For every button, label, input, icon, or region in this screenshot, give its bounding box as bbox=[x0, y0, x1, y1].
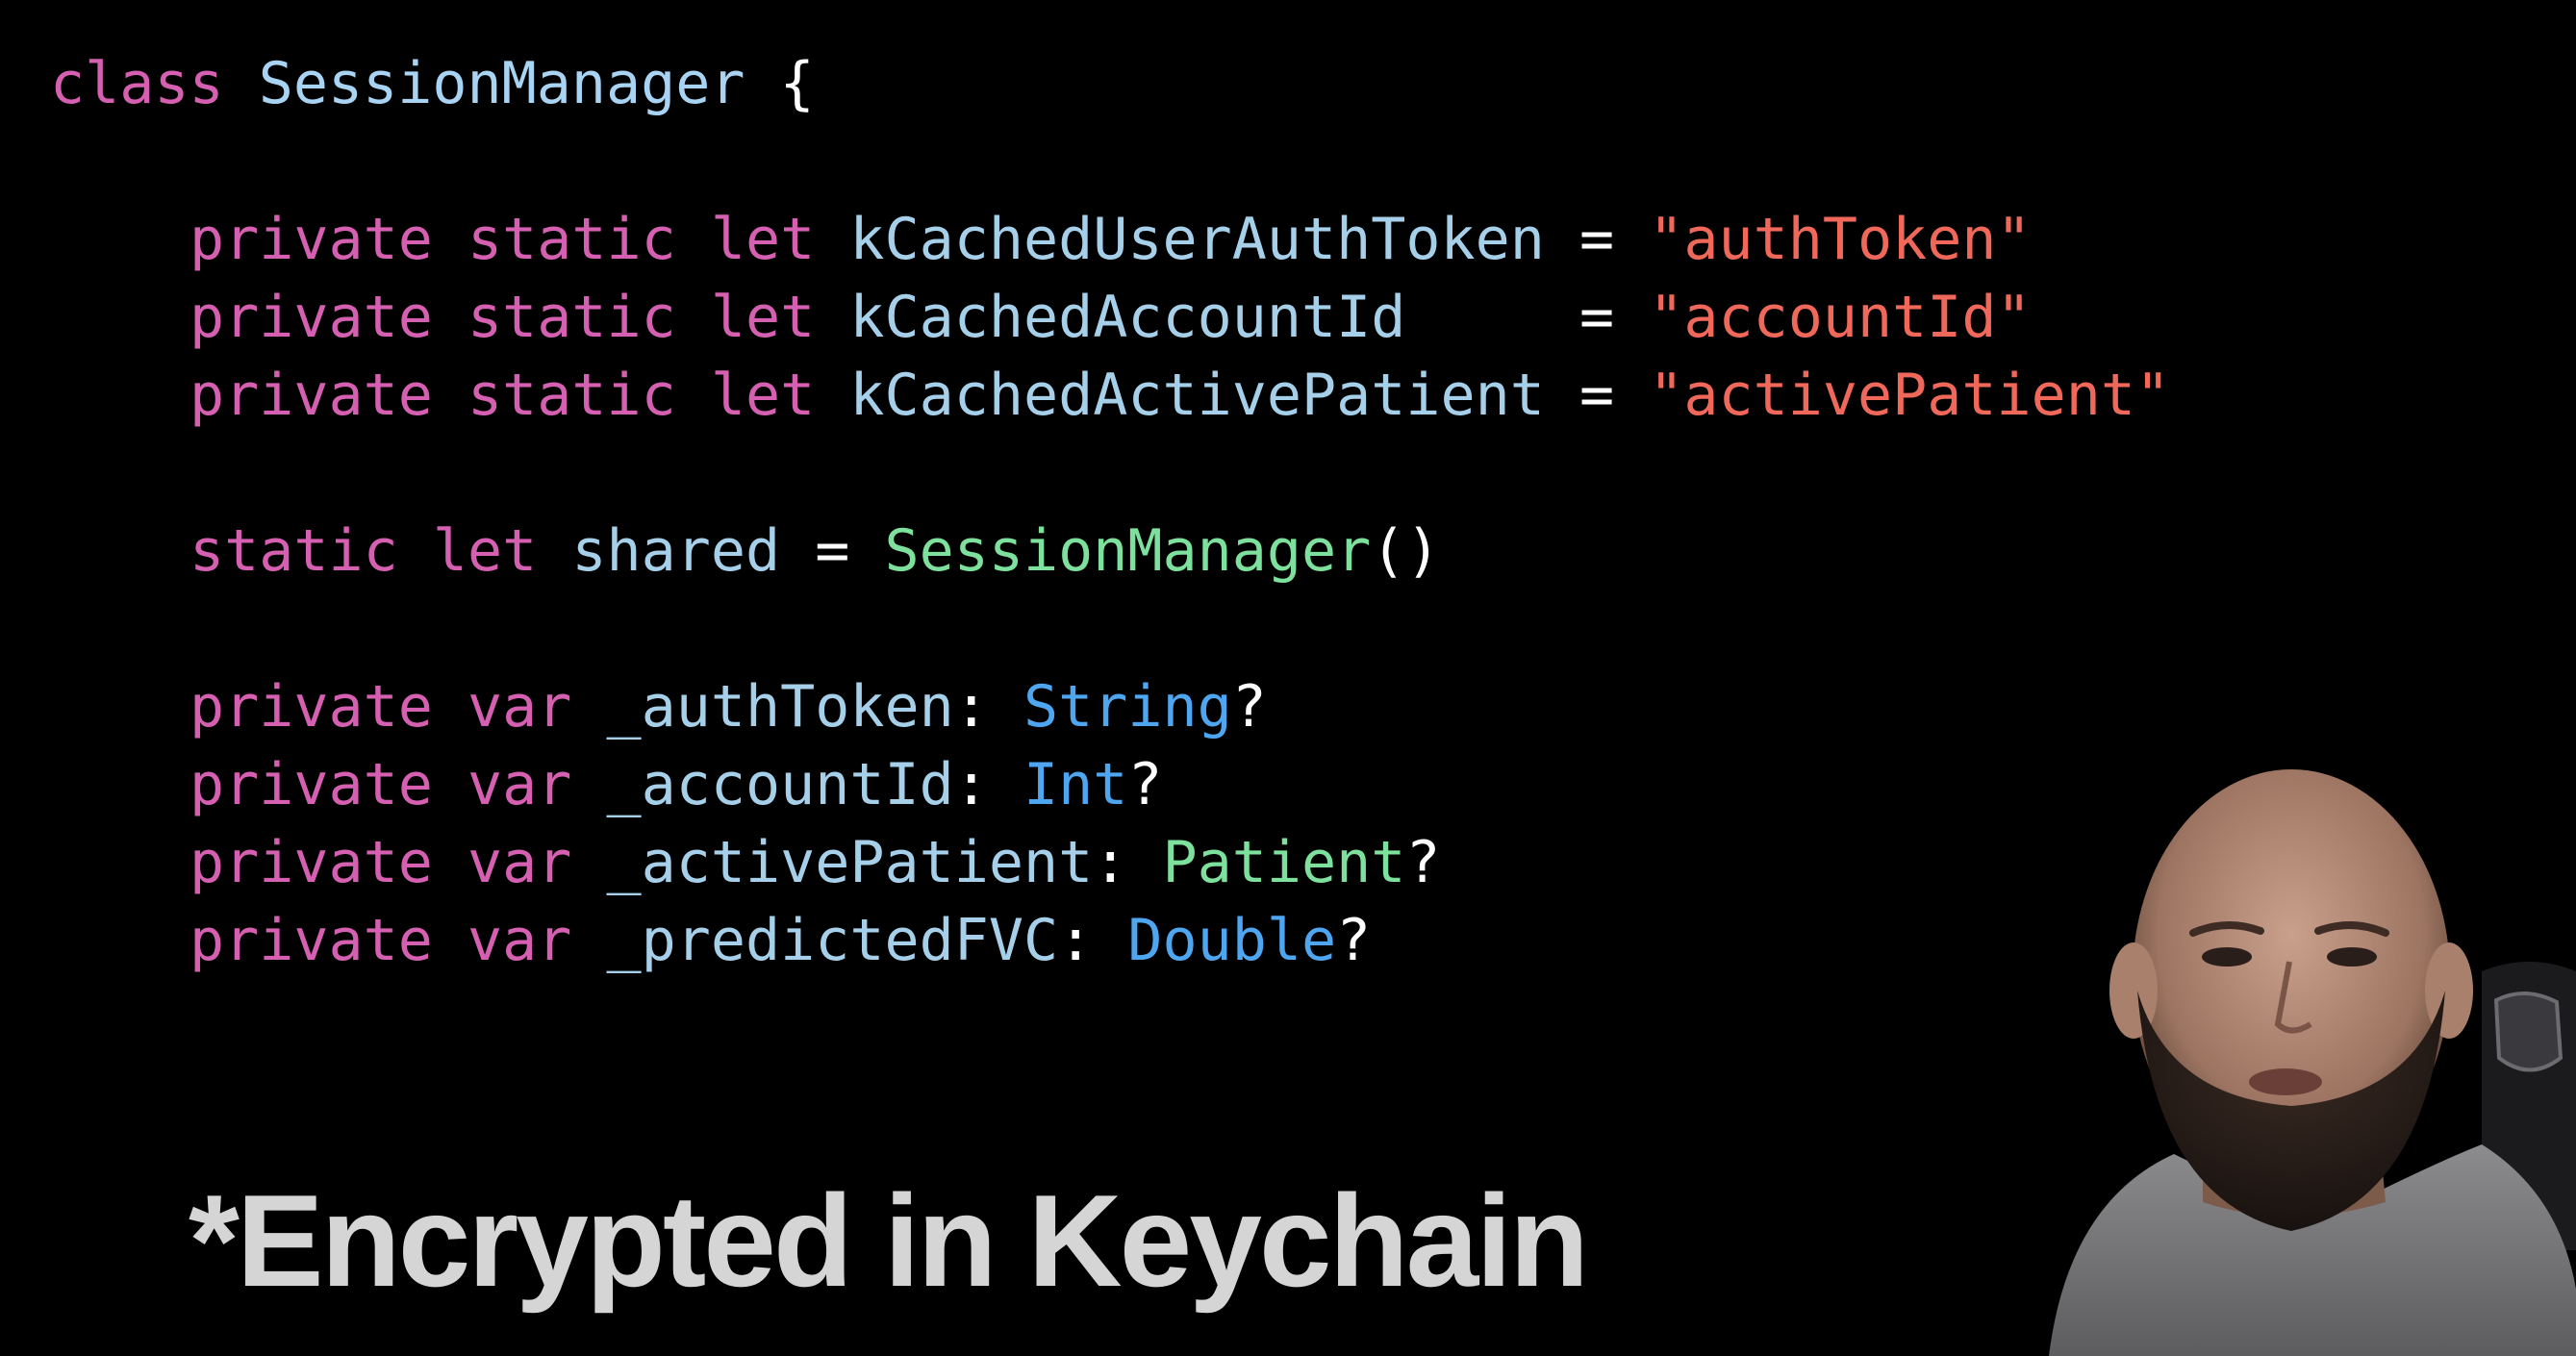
code-token-identifier: _activePatient bbox=[606, 829, 1094, 896]
code-token-plain: = bbox=[1544, 362, 1650, 429]
code-token-plain: : bbox=[1093, 829, 1163, 896]
code-token-plain: : bbox=[953, 673, 1023, 741]
code-token-keyword: let bbox=[432, 517, 538, 585]
code-token-string-literal: "authToken" bbox=[1649, 206, 2032, 273]
code-token-plain: = bbox=[1405, 284, 1650, 351]
code-token-keyword: var bbox=[467, 829, 572, 896]
caption-encrypted-in-keychain: *Encrypted in Keychain bbox=[189, 1168, 1589, 1314]
code-token-identifier: _accountId bbox=[606, 751, 954, 818]
code-token-keyword: var bbox=[467, 673, 572, 741]
code-token-keyword: private bbox=[189, 284, 433, 351]
code-token-type-name-system: String bbox=[1023, 673, 1232, 741]
code-token-plain: ? bbox=[1405, 829, 1441, 896]
code-token-string-literal: "accountId" bbox=[1649, 284, 2032, 351]
code-line-account-id-key: private static let kCachedAccountId = "a… bbox=[189, 284, 2032, 351]
code-token-identifier: _predictedFVC bbox=[606, 907, 1059, 974]
code-line-predicted-fvc-var: private var _predictedFVC: Double? bbox=[189, 907, 1371, 974]
code-token-keyword: private bbox=[189, 829, 433, 896]
code-line-auth-token-key: private static let kCachedUserAuthToken … bbox=[189, 206, 2032, 273]
code-token-keyword: let bbox=[710, 284, 816, 351]
code-line-auth-token-var: private var _authToken: String? bbox=[189, 673, 1267, 741]
code-line-active-patient-var: private var _activePatient: Patient? bbox=[189, 829, 1440, 896]
code-line-class-declaration: class SessionManager { bbox=[50, 50, 815, 117]
code-token-keyword: let bbox=[710, 362, 816, 429]
code-token-keyword: var bbox=[467, 907, 572, 974]
code-token-plain: : bbox=[1058, 907, 1128, 974]
code-token-identifier: kCachedActivePatient bbox=[849, 362, 1545, 429]
code-token-plain: () bbox=[1371, 517, 1441, 585]
code-token-keyword: static bbox=[189, 517, 398, 585]
person-webcam-icon bbox=[2030, 750, 2576, 1356]
code-token-keyword: static bbox=[467, 206, 676, 273]
code-token-type-name-project: Patient bbox=[1162, 829, 1406, 896]
code-token-plain: = bbox=[1544, 206, 1650, 273]
code-token-keyword: private bbox=[189, 206, 433, 273]
code-token-identifier: kCachedUserAuthToken bbox=[849, 206, 1545, 273]
code-line-active-patient-key: private static let kCachedActivePatient … bbox=[189, 362, 2170, 429]
code-token-declaration-name: SessionManager bbox=[258, 50, 745, 117]
code-token-identifier: _authToken bbox=[606, 673, 954, 741]
code-token-plain: ? bbox=[1127, 751, 1163, 818]
code-line-shared-instance: static let shared = SessionManager() bbox=[189, 517, 1440, 585]
code-token-identifier: kCachedAccountId bbox=[849, 284, 1406, 351]
code-token-keyword: private bbox=[189, 907, 433, 974]
code-token-plain: = bbox=[780, 517, 885, 585]
code-token-identifier: shared bbox=[571, 517, 781, 585]
code-token-plain: : bbox=[953, 751, 1023, 818]
code-token-string-literal: "activePatient" bbox=[1649, 362, 2171, 429]
code-line-account-id-var: private var _accountId: Int? bbox=[189, 751, 1162, 818]
code-token-keyword: private bbox=[189, 673, 433, 741]
code-token-keyword: let bbox=[710, 206, 816, 273]
code-token-plain: { bbox=[745, 50, 815, 117]
code-token-type-name-system: Int bbox=[1023, 751, 1128, 818]
code-token-type-name-project: SessionManager bbox=[884, 517, 1372, 585]
code-token-type-name-system: Double bbox=[1127, 907, 1337, 974]
code-token-keyword: class bbox=[50, 50, 224, 117]
code-token-keyword: private bbox=[189, 751, 433, 818]
code-token-keyword: static bbox=[467, 284, 676, 351]
code-token-keyword: static bbox=[467, 362, 676, 429]
code-token-keyword: private bbox=[189, 362, 433, 429]
code-token-plain: ? bbox=[1336, 907, 1372, 974]
code-token-plain: ? bbox=[1231, 673, 1267, 741]
code-token-keyword: var bbox=[467, 751, 572, 818]
